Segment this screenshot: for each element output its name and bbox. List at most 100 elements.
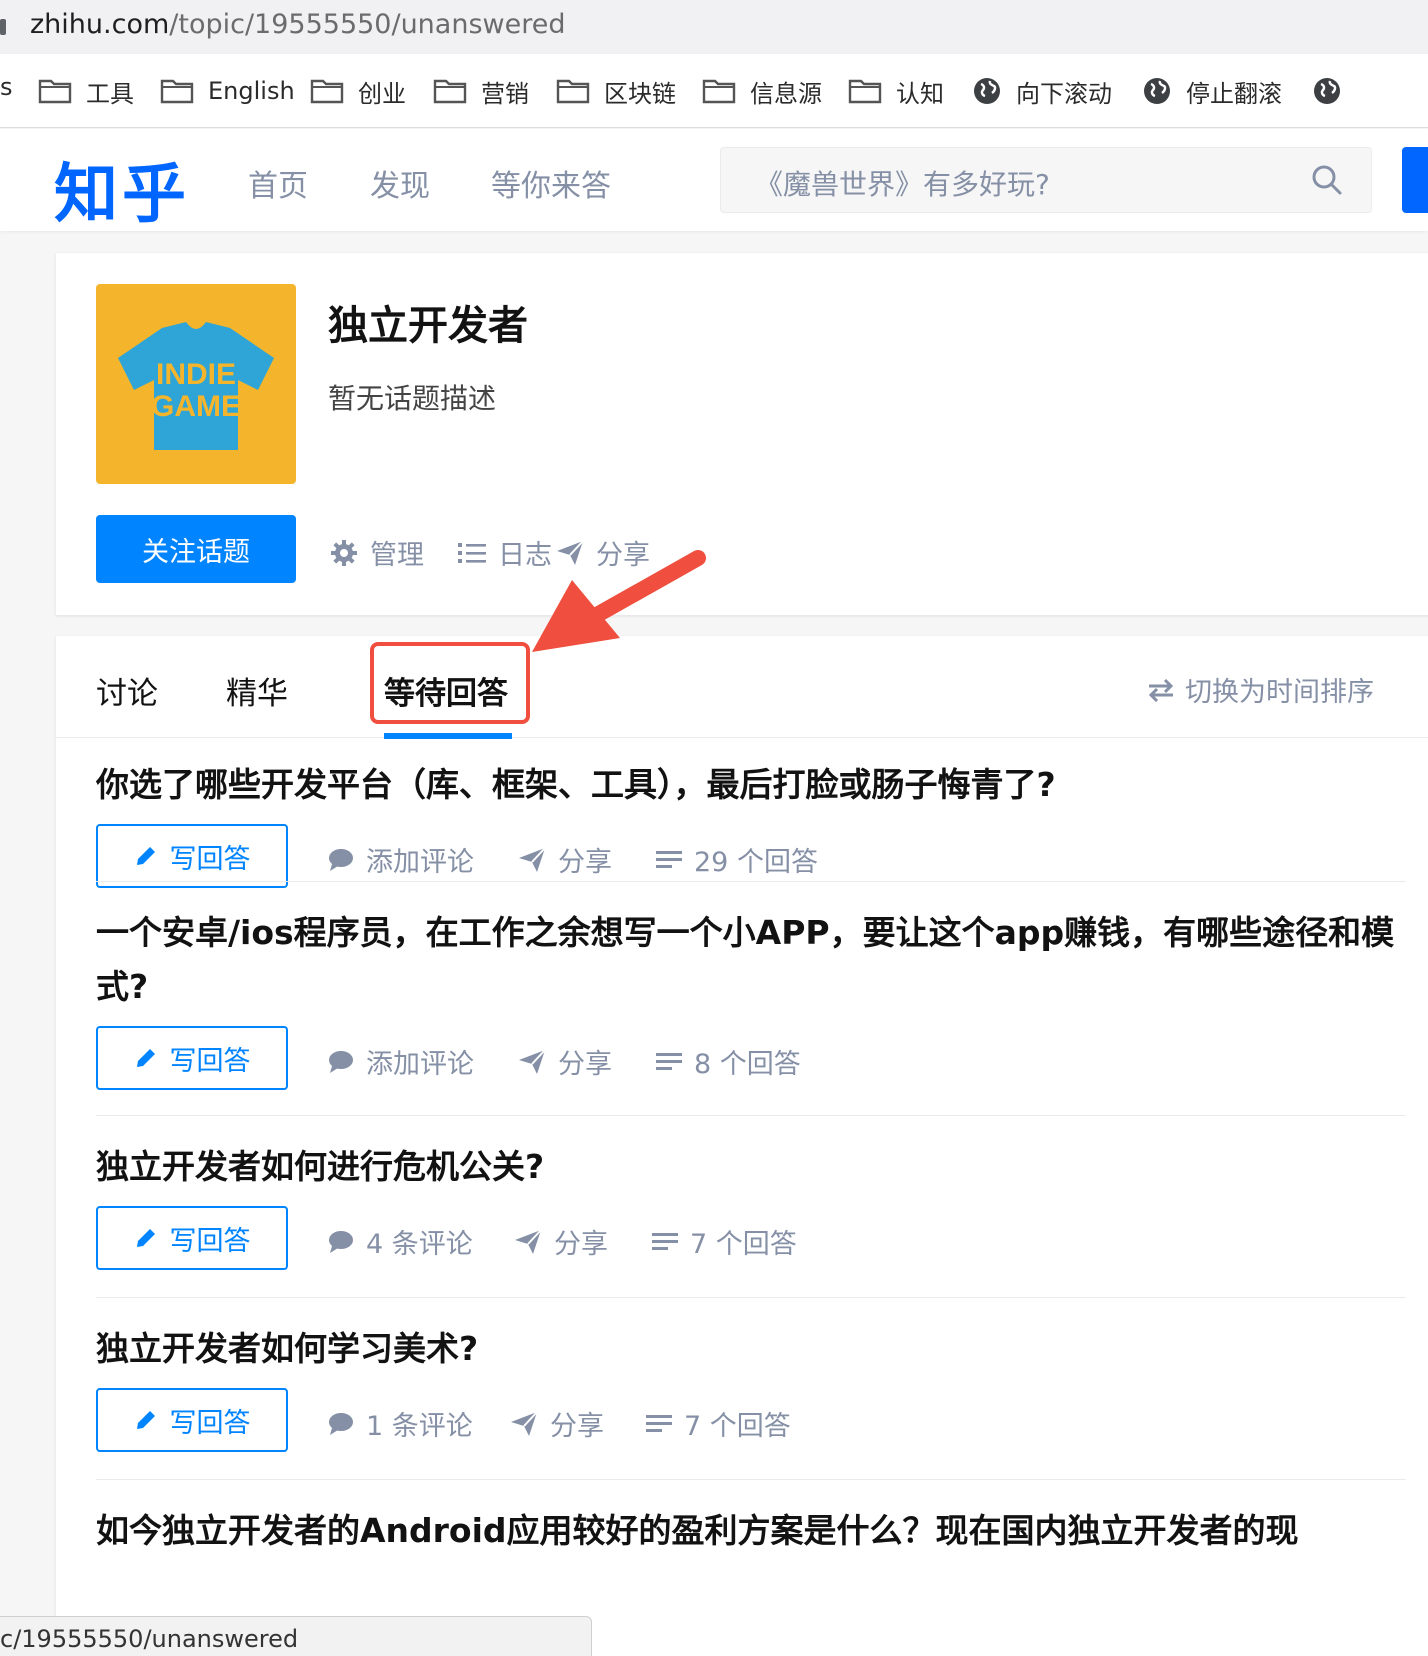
write-answer-button[interactable]: 写回答 — [96, 1388, 288, 1452]
write-answer-button[interactable]: 写回答 — [96, 1206, 288, 1270]
share-button[interactable]: 分享 — [518, 1042, 612, 1081]
list-icon — [458, 541, 486, 565]
bookmark-label: 区块链 — [604, 79, 676, 108]
question-title[interactable]: 如今独立开发者的Android应用较好的盈利方案是什么？现在国内独立开发者的现 — [96, 1504, 1406, 1558]
write-answer-button[interactable]: 写回答 — [96, 1026, 288, 1090]
gear-icon — [330, 539, 358, 567]
share-button[interactable]: 分享 — [518, 840, 612, 879]
paper-plane-icon — [518, 846, 546, 873]
question-actions: 写回答 添加评论 分享 8 个回答 — [96, 1026, 1406, 1090]
bookmark-partial[interactable]: s — [0, 73, 13, 101]
questions-card: 讨论 精华 等待回答 切换为时间排序 你选了哪些开发平台（库、框架、工具），最后… — [56, 636, 1428, 1656]
bookmark-sources[interactable]: 信息源 — [702, 72, 822, 110]
nav-home[interactable]: 首页 — [248, 161, 308, 205]
write-answer-button[interactable]: 写回答 — [96, 824, 288, 888]
search-icon[interactable] — [1311, 164, 1343, 200]
browser-url-bar[interactable]: zhihu.com/topic/19555550/unanswered — [0, 0, 1428, 54]
question-item: 独立开发者如何进行危机公关? 写回答 4 条评论 分享 7 个回答 — [96, 1140, 1406, 1270]
topic-card: INDIE GAME 独立开发者 暂无话题描述 关注话题 管理 日志 分享 — [56, 253, 1428, 615]
comment-label: 4 条评论 — [366, 1229, 473, 1260]
follow-topic-button[interactable]: 关注话题 — [96, 515, 296, 583]
lock-icon — [0, 19, 6, 35]
bookmark-scroll-down[interactable]: 向下滚动 — [972, 72, 1112, 110]
question-item: 如今独立开发者的Android应用较好的盈利方案是什么？现在国内独立开发者的现 — [96, 1504, 1406, 1564]
bookmark-label: 停止翻滚 — [1186, 79, 1282, 108]
share-label: 分享 — [550, 1411, 604, 1442]
sort-label: 切换为时间排序 — [1185, 677, 1374, 708]
nav-discover[interactable]: 发现 — [370, 161, 430, 205]
ask-question-button[interactable] — [1402, 147, 1428, 213]
globe-icon — [1312, 76, 1342, 106]
question-title[interactable]: 独立开发者如何进行危机公关? — [96, 1140, 1406, 1194]
bookmark-label: 工具 — [86, 79, 134, 108]
site-header: 知乎 首页 发现 等你来答 《魔兽世界》有多好玩? — [0, 129, 1428, 232]
bookmark-cognition[interactable]: 认知 — [848, 72, 944, 110]
search-input[interactable]: 《魔兽世界》有多好玩? — [720, 147, 1372, 213]
divider — [96, 881, 1406, 882]
paper-plane-icon — [518, 1048, 546, 1075]
write-answer-label: 写回答 — [169, 843, 251, 875]
answer-count[interactable]: 29 个回答 — [656, 840, 818, 879]
comment-button[interactable]: 1 条评论 — [328, 1404, 473, 1443]
bookmark-label: 信息源 — [750, 79, 822, 108]
divider — [96, 1115, 1406, 1116]
answer-count[interactable]: 8 个回答 — [656, 1042, 801, 1081]
speech-bubble-icon — [328, 1230, 354, 1254]
share-button[interactable]: 分享 — [514, 1222, 608, 1261]
topic-description: 暂无话题描述 — [328, 382, 497, 415]
annotation-highlight-box — [370, 642, 530, 724]
pencil-icon — [134, 1226, 158, 1250]
folder-icon — [38, 78, 72, 104]
bookmark-english[interactable]: English — [160, 72, 295, 110]
pencil-icon — [134, 844, 158, 868]
comment-label: 1 条评论 — [366, 1411, 473, 1442]
bookmark-marketing[interactable]: 营销 — [433, 72, 529, 110]
zhihu-logo[interactable]: 知乎 — [54, 143, 190, 235]
swap-icon — [1147, 678, 1175, 702]
folder-icon — [433, 78, 467, 104]
answer-count[interactable]: 7 个回答 — [652, 1222, 797, 1261]
bookmark-label: 创业 — [358, 79, 406, 108]
comment-label: 添加评论 — [366, 847, 474, 878]
bookmark-label: English — [208, 77, 295, 105]
folder-icon — [848, 78, 882, 104]
lines-icon — [652, 1231, 678, 1253]
bookmark-stop-scroll[interactable]: 停止翻滚 — [1142, 72, 1282, 110]
lines-icon — [656, 1051, 682, 1073]
speech-bubble-icon — [328, 1412, 354, 1436]
question-actions: 写回答 添加评论 分享 29 个回答 — [96, 824, 1406, 888]
question-title[interactable]: 独立开发者如何学习美术? — [96, 1322, 1406, 1376]
paper-plane-icon — [514, 1228, 542, 1255]
comment-button[interactable]: 添加评论 — [328, 840, 474, 879]
folder-icon — [556, 78, 590, 104]
question-item: 你选了哪些开发平台（库、框架、工具），最后打脸或肠子悔青了? 写回答 添加评论 … — [96, 758, 1406, 888]
lines-icon — [656, 849, 682, 871]
answer-count[interactable]: 7 个回答 — [646, 1404, 791, 1443]
share-button[interactable]: 分享 — [510, 1404, 604, 1443]
bookmarks-bar: s 工具 English 创业 营销 区块链 信息源 认知 向下滚动 停止翻滚 — [0, 54, 1428, 128]
question-title[interactable]: 一个安卓/ios程序员，在工作之余想写一个小APP，要让这个app赚钱，有哪些途… — [96, 906, 1406, 1014]
topic-avatar: INDIE GAME — [96, 284, 296, 484]
nav-waiting-for-answer[interactable]: 等你来答 — [491, 161, 611, 205]
speech-bubble-icon — [328, 848, 354, 872]
comment-button[interactable]: 添加评论 — [328, 1042, 474, 1081]
bookmark-label: 营销 — [481, 79, 529, 108]
bookmark-label: 认知 — [896, 79, 944, 108]
url-text[interactable]: zhihu.com/topic/19555550/unanswered — [30, 9, 565, 40]
tab-discussion[interactable]: 讨论 — [96, 668, 158, 713]
bookmark-tools[interactable]: 工具 — [38, 72, 134, 110]
paper-plane-icon — [510, 1410, 538, 1437]
question-title[interactable]: 你选了哪些开发平台（库、框架、工具），最后打脸或肠子悔青了? — [96, 758, 1406, 812]
manage-button[interactable]: 管理 — [330, 533, 424, 572]
bookmark-startup[interactable]: 创业 — [310, 72, 406, 110]
bookmark-blockchain[interactable]: 区块链 — [556, 72, 676, 110]
write-answer-label: 写回答 — [169, 1407, 251, 1439]
sort-toggle-button[interactable]: 切换为时间排序 — [1147, 670, 1374, 709]
active-tab-indicator — [384, 733, 512, 739]
status-url: c/19555550/unanswered — [0, 1625, 299, 1653]
answer-count-label: 29 个回答 — [694, 847, 818, 878]
bookmark-more[interactable] — [1312, 72, 1356, 110]
globe-icon — [972, 76, 1002, 106]
comment-button[interactable]: 4 条评论 — [328, 1222, 473, 1261]
tab-featured[interactable]: 精华 — [226, 668, 288, 713]
